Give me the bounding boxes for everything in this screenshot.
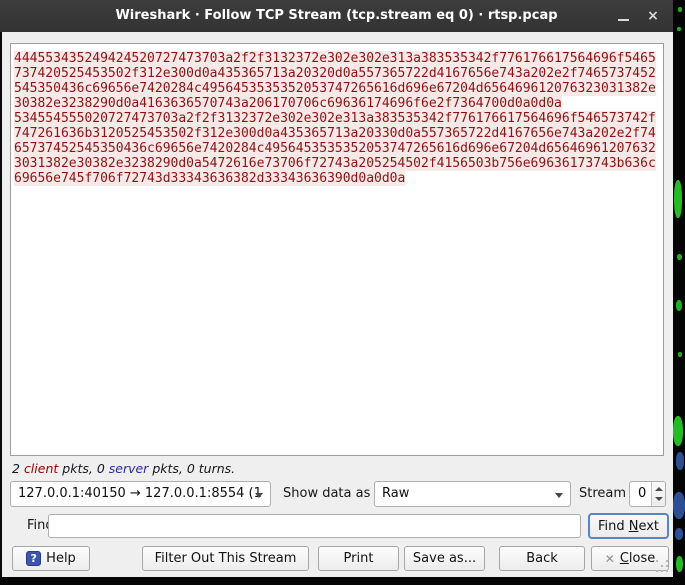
- server-pkt-count: 0: [97, 461, 105, 476]
- close-icon: ×: [647, 8, 659, 24]
- hex-line: 3031382e30382e3238290d0a5472616e73706f72…: [14, 156, 656, 171]
- client-pkt-count: 2: [12, 461, 20, 476]
- spinner-down-icon[interactable]: [655, 497, 663, 501]
- server-word: server: [109, 461, 149, 476]
- close-label: Close: [620, 551, 655, 566]
- back-label: Back: [526, 551, 558, 566]
- hex-line: 737420525453502f312e300d0a435365713a2032…: [14, 66, 656, 81]
- minimize-icon: [618, 19, 629, 21]
- help-button[interactable]: ? Help: [12, 546, 90, 571]
- data-format-value: Raw: [382, 486, 409, 501]
- find-next-label: Find Next: [598, 519, 659, 534]
- desktop-artifact: [675, 528, 683, 540]
- stream-text-area[interactable]: 444553435249424520727473703a2f2f3132372e…: [10, 43, 664, 456]
- resize-grip[interactable]: [656, 560, 670, 574]
- hex-line: 30382e3238290d0a4163636570743a206170706c…: [14, 96, 562, 111]
- filter-out-stream-button[interactable]: Filter Out This Stream: [142, 546, 309, 571]
- close-window-button[interactable]: ×: [639, 0, 667, 32]
- find-input[interactable]: [48, 514, 581, 538]
- stream-number-label: Stream: [579, 481, 626, 507]
- hex-line: 534554555020727473703a2f2f3132372e302e30…: [14, 111, 656, 126]
- filter-out-label: Filter Out This Stream: [155, 551, 297, 566]
- stream-endpoint-value: 127.0.0.1:40150 → 127.0.0.1:8554 (1: [18, 486, 262, 501]
- follow-stream-dialog: Wireshark · Follow TCP Stream (tcp.strea…: [0, 0, 673, 577]
- desktop-artifact: [674, 180, 682, 218]
- print-button[interactable]: Print: [318, 546, 399, 571]
- minimize-button[interactable]: [609, 0, 637, 32]
- desktop-artifact: [678, 352, 682, 357]
- hex-line: 747261636b3120525453502f312e300d0a435365…: [14, 126, 656, 141]
- data-format-select[interactable]: Raw: [374, 481, 571, 507]
- hex-line: 65737452545350436c69656e7420284c49564535…: [14, 141, 656, 156]
- show-data-as-label: Show data as: [283, 481, 370, 507]
- help-icon: ?: [26, 551, 41, 566]
- desktop-artifact: [677, 254, 682, 260]
- desktop-artifact: [676, 556, 683, 572]
- close-x-icon: ✕: [605, 552, 615, 566]
- save-as-button[interactable]: Save as...: [404, 546, 485, 571]
- pkts-word: pkts,: [62, 461, 93, 476]
- pkts-word2: pkts,: [152, 461, 183, 476]
- spinner-buttons[interactable]: [651, 482, 665, 506]
- desktop-artifact: [673, 492, 685, 519]
- chevron-down-icon: [555, 493, 563, 498]
- hex-line: 545350436c69656e7420284c4956453535352053…: [14, 81, 656, 96]
- help-label: Help: [46, 551, 76, 566]
- turns-count: 0 turns.: [187, 461, 235, 476]
- desktop-artifact: [676, 452, 684, 470]
- stream-number-value: 0: [638, 482, 646, 506]
- desktop-artifact: [677, 27, 681, 31]
- desktop-artifact: [676, 300, 682, 311]
- stream-number-spinner[interactable]: 0: [629, 481, 666, 507]
- window-title: Wireshark · Follow TCP Stream (tcp.strea…: [0, 0, 673, 32]
- back-button[interactable]: Back: [499, 546, 585, 571]
- print-label: Print: [344, 551, 374, 566]
- title-bar[interactable]: Wireshark · Follow TCP Stream (tcp.strea…: [0, 0, 673, 32]
- spinner-up-icon[interactable]: [655, 487, 663, 491]
- chevron-down-icon: [255, 493, 263, 498]
- client-word: client: [24, 461, 58, 476]
- stream-endpoint-select[interactable]: 127.0.0.1:40150 → 127.0.0.1:8554 (1: [10, 481, 271, 507]
- stream-stats: 2 client pkts, 0 server pkts, 0 turns.: [12, 461, 235, 476]
- find-next-button[interactable]: Find Next: [588, 513, 669, 539]
- hex-line: 444553435249424520727473703a2f2f3132372e…: [14, 51, 656, 66]
- save-as-label: Save as...: [413, 551, 476, 566]
- desktop-artifact: [678, 7, 682, 12]
- desktop-artifact: [673, 416, 683, 446]
- hex-line: 69656e745f706f72743d33343636382d33343636…: [14, 171, 405, 186]
